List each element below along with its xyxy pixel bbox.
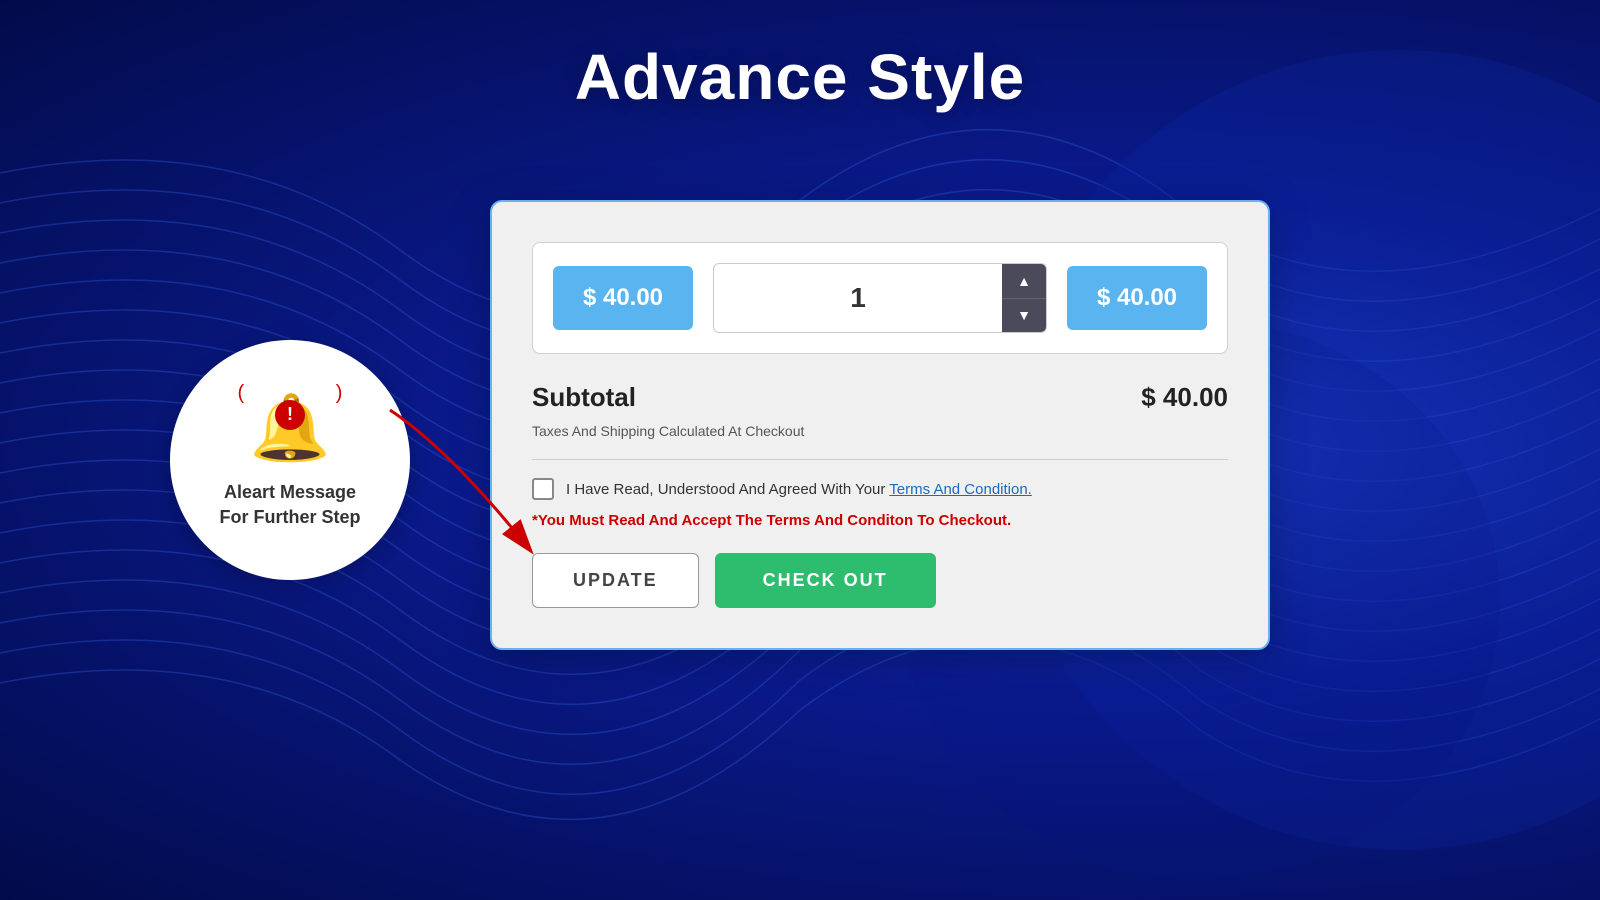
qty-buttons: ▲ ▼: [1002, 264, 1046, 332]
terms-text: I Have Read, Understood And Agreed With …: [566, 481, 1032, 498]
taxes-text: Taxes And Shipping Calculated At Checkou…: [532, 423, 1228, 439]
exclamation-badge: !: [275, 400, 305, 430]
update-button[interactable]: UPDATE: [532, 553, 699, 608]
quantity-value: 1: [714, 282, 1002, 314]
subtotal-label: Subtotal: [532, 382, 636, 413]
subtotal-row: Subtotal $ 40.00: [532, 382, 1228, 413]
unit-price: $ 40.00: [553, 266, 693, 330]
divider: [532, 459, 1228, 460]
terms-link[interactable]: Terms And Condition.: [889, 481, 1032, 498]
qty-increment-button[interactable]: ▲: [1002, 264, 1046, 299]
page-title: Advance Style: [0, 40, 1600, 114]
alert-bubble-text: Aleart Message For Further Step: [219, 480, 360, 530]
action-buttons: UPDATE CHECK OUT: [532, 553, 1228, 608]
qty-decrement-button[interactable]: ▼: [1002, 299, 1046, 333]
alert-bubble: () 🔔 ! Aleart Message For Further Step: [170, 340, 410, 580]
total-price: $ 40.00: [1067, 266, 1207, 330]
terms-row: I Have Read, Understood And Agreed With …: [532, 478, 1228, 500]
quantity-control: 1 ▲ ▼: [713, 263, 1047, 333]
alert-message: *You Must Read And Accept The Terms And …: [532, 512, 1228, 529]
subtotal-value: $ 40.00: [1141, 382, 1228, 413]
bell-icon: 🔔 !: [250, 390, 331, 466]
checkout-button[interactable]: CHECK OUT: [715, 553, 936, 608]
cart-card: $ 40.00 1 ▲ ▼ $ 40.00 Subtotal $ 40.00 T…: [490, 200, 1270, 650]
product-row: $ 40.00 1 ▲ ▼ $ 40.00: [532, 242, 1228, 354]
terms-checkbox[interactable]: [532, 478, 554, 500]
